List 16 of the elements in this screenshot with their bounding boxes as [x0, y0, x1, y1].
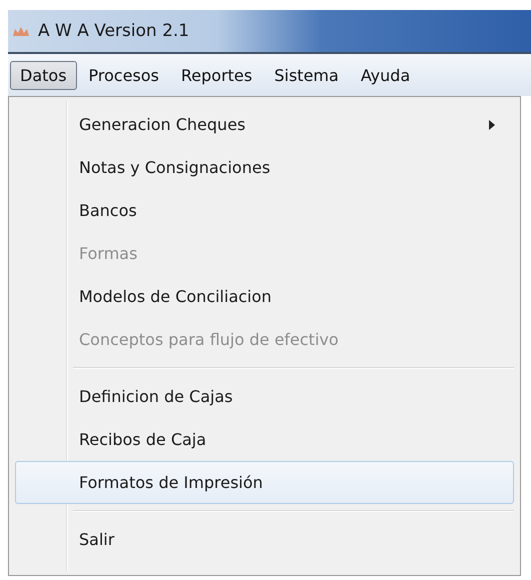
- menu-item[interactable]: Bancos: [15, 189, 514, 232]
- app-icon: [12, 25, 30, 37]
- window-title: A W A Version 2.1: [38, 21, 190, 41]
- menu-bar-item[interactable]: Ayuda: [350, 60, 420, 90]
- menu-bar-item[interactable]: Datos: [10, 60, 77, 90]
- submenu-arrow-icon: [489, 120, 495, 130]
- menu-item[interactable]: Notas y Consignaciones: [15, 146, 514, 189]
- menu-item[interactable]: Generacion Cheques: [15, 103, 514, 146]
- menu-item[interactable]: Salir: [15, 518, 514, 561]
- menu-item[interactable]: Modelos de Conciliacion: [15, 275, 514, 318]
- menu-item[interactable]: Definicion de Cajas: [15, 375, 514, 418]
- menu-item[interactable]: Formatos de Impresión: [15, 461, 514, 504]
- menu-bar-item[interactable]: Procesos: [78, 60, 170, 90]
- menu-bar-item[interactable]: Reportes: [171, 60, 262, 90]
- menu-item[interactable]: Recibos de Caja: [15, 418, 514, 461]
- menu-bar-item[interactable]: Sistema: [264, 60, 349, 90]
